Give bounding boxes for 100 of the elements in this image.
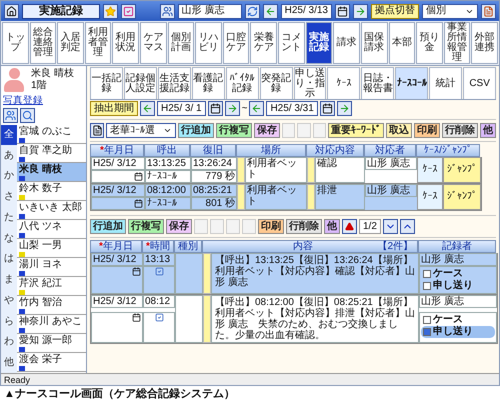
tab[interactable]: 生活支援記録 — [158, 67, 191, 99]
toolbar-button[interactable]: 行複写 — [128, 219, 164, 234]
toolbar-button[interactable]: 行削除 — [442, 123, 478, 138]
date-field[interactable]: H25/ 3/13 — [280, 4, 332, 18]
calendar-icon[interactable] — [335, 4, 350, 18]
tab[interactable]: 統計 — [429, 67, 462, 99]
tab[interactable]: ﾅｰｽｺｰﾙ — [395, 67, 428, 99]
site-switch-button[interactable]: 拠点切替 — [371, 4, 419, 18]
arrow-left-icon[interactable] — [262, 4, 278, 18]
tab[interactable]: 看護記録 — [192, 67, 225, 99]
jump-button[interactable]: ｼﾞｬﾝﾌﾟ — [443, 157, 481, 183]
toolbar-button[interactable]: 他 — [480, 123, 496, 138]
resident-item[interactable]: 愛知 源一郎 — [17, 334, 86, 353]
case-checkbox[interactable]: ケース — [421, 314, 495, 326]
menu-item[interactable]: 外部連携 — [471, 22, 498, 64]
arrow-left-icon[interactable] — [140, 101, 155, 116]
star-icon[interactable] — [103, 4, 118, 18]
resident-item[interactable]: 米良 晴枝 — [17, 163, 86, 182]
resident-item[interactable]: 自賀 凖之助 — [17, 144, 86, 163]
menu-item[interactable]: 請求 — [333, 22, 360, 64]
tab[interactable]: CSV — [463, 67, 496, 99]
down-icon[interactable] — [382, 219, 398, 234]
table-row[interactable]: H25/ 3/12 08:12 【呼出】08:12:00【復旧】08:25:21【場所】利用者ベット【対応内容】排泄【対応者】山形 廣志 失禁のため、おむつ交換しました。少量の出血有確認。 山形 廣志 ケース 申し送り — [90, 295, 498, 344]
resident-item[interactable]: いきいき 太郎 — [17, 201, 86, 220]
calendar-icon[interactable] — [132, 312, 141, 322]
resident-item[interactable]: 神奈川 あやこ — [17, 315, 86, 334]
handover-checkbox[interactable]: 申し送り — [421, 280, 495, 292]
toolbar-button[interactable]: 印刷 — [258, 219, 284, 234]
search-icon[interactable] — [20, 108, 35, 123]
resident-item[interactable]: 竹内 智治 — [17, 296, 86, 315]
table-row[interactable]: H25/ 3/12 13:13:25 13:26:24 利用者ベット 確認 山形 廣志 ｹｰｽ ｼﾞｬﾝﾌﾟ ﾅｰｽｺｰﾙ 779 秒 — [90, 157, 482, 184]
menu-item[interactable]: 利用者管理 — [84, 22, 112, 64]
resident-item[interactable]: 鈴木 数子 — [17, 182, 86, 201]
tab[interactable]: 突発記録 — [260, 67, 293, 99]
arrow-right-icon[interactable] — [336, 101, 352, 116]
table-row[interactable]: H25/ 3/12 08:12:00 08:25:21 利用者ベット 排泄 山形 廣志 ｹｰｽ ｼﾞｬﾝﾌﾟ ﾅｰｽｺｰﾙ 801 秒 — [90, 184, 482, 211]
tab[interactable]: 日誌・報告書 — [361, 67, 394, 99]
tab[interactable]: 一括記録 — [90, 67, 123, 99]
kana-tab[interactable]: 全 — [1, 125, 17, 145]
toolbar-button[interactable]: 保存 — [166, 219, 192, 234]
tab[interactable]: 記録個人設定 — [124, 67, 157, 99]
people-icon[interactable] — [3, 108, 18, 123]
case-checkbox[interactable]: ケース — [421, 268, 495, 280]
home-icon[interactable] — [4, 4, 19, 18]
jump-button[interactable]: ｼﾞｬﾝﾌﾟ — [443, 184, 481, 210]
toolbar-button[interactable]: 取込 — [386, 123, 412, 138]
refresh-icon[interactable] — [244, 4, 260, 18]
menu-item[interactable]: コメント — [278, 22, 305, 64]
toolbar-button[interactable]: 行追加 — [90, 219, 126, 234]
menu-item[interactable]: 栄養ケア — [250, 22, 278, 64]
toolbar-button[interactable]: 印刷 — [414, 123, 440, 138]
menu-item[interactable]: 口腔ケア — [222, 22, 250, 64]
marker-icon[interactable] — [342, 219, 357, 234]
menu-item[interactable]: 個別計画 — [168, 22, 194, 64]
toolbar-button[interactable]: 行複写 — [216, 123, 252, 138]
menu-item[interactable]: リハビリ — [195, 22, 222, 64]
toolbar-button[interactable]: 他 — [324, 219, 340, 234]
toolbar-button[interactable]: 保存 — [254, 123, 280, 138]
menu-item[interactable]: 事業所情報管理 — [444, 22, 470, 64]
toolbar-button[interactable]: 重要ｷｰﾜｰﾄﾞ — [328, 123, 384, 138]
menu-item[interactable]: 入居判定 — [57, 22, 84, 64]
resident-item[interactable]: 八代 ツネ — [17, 220, 86, 239]
site-select[interactable]: 個別 — [422, 4, 478, 18]
checkbox-icon[interactable] — [121, 4, 136, 18]
resident-item[interactable]: 宮城 のぶこ — [17, 125, 86, 144]
toolbar-button[interactable]: 行削除 — [286, 219, 322, 234]
handover-checkbox[interactable]: 申し送り — [421, 326, 495, 338]
date-from-field[interactable]: H25/ 3/ 1 — [157, 101, 206, 116]
arrow-right-icon[interactable] — [353, 4, 368, 18]
resident-item[interactable]: 山梨 一男 — [17, 239, 86, 258]
toolbar-button[interactable]: 行追加 — [178, 123, 214, 138]
menu-item[interactable]: 本部 — [388, 22, 416, 64]
table-row[interactable]: H25/ 3/12 13:13 【呼出】13:13:25【復旧】13:26:24【場所】利用者ベット【対応内容】確認【対応者】山形 廣志 山形 廣志 ケース 申し送り — [90, 253, 498, 295]
menu-item[interactable]: 利用状況 — [112, 22, 140, 64]
menu-item[interactable]: トップ — [2, 22, 29, 64]
calendar-icon[interactable] — [132, 267, 141, 276]
resident-item[interactable]: 渡会 栄子 — [17, 353, 86, 372]
calendar-icon[interactable] — [208, 101, 223, 116]
tab[interactable]: 申し送り・指示 — [294, 67, 326, 99]
menu-item[interactable]: 国保請求 — [360, 22, 388, 64]
tab[interactable]: ﾊﾞｲﾀﾙ記録 — [226, 67, 259, 99]
list-icon[interactable] — [90, 123, 104, 138]
arrow-right-icon[interactable] — [224, 101, 240, 116]
resident-item[interactable]: 湯川 ヨネ — [17, 258, 86, 277]
up-icon[interactable] — [400, 219, 415, 234]
calendar-icon[interactable] — [134, 172, 143, 181]
date-to-field[interactable]: H25/ 3/31 — [266, 101, 318, 116]
calendar-icon[interactable] — [134, 199, 143, 208]
photo-link[interactable]: 写真登録 — [3, 95, 84, 107]
menu-item[interactable]: 総合連絡管理 — [30, 22, 56, 64]
resident-item[interactable]: 芹沢 紀江 — [17, 277, 86, 296]
menu-item[interactable]: 預り金 — [416, 22, 443, 64]
tab[interactable]: ｹｰｽ — [327, 67, 360, 99]
case-button[interactable]: ｹｰｽ — [417, 184, 443, 210]
menu-item[interactable]: ケアマス — [140, 22, 167, 64]
case-button[interactable]: ｹｰｽ — [417, 157, 443, 183]
user-icon[interactable] — [160, 4, 175, 18]
arrow-left-icon[interactable] — [249, 101, 264, 116]
call-type-select[interactable]: 老華ｺｰﾙ選 — [106, 123, 176, 138]
calendar-icon[interactable] — [320, 101, 335, 116]
